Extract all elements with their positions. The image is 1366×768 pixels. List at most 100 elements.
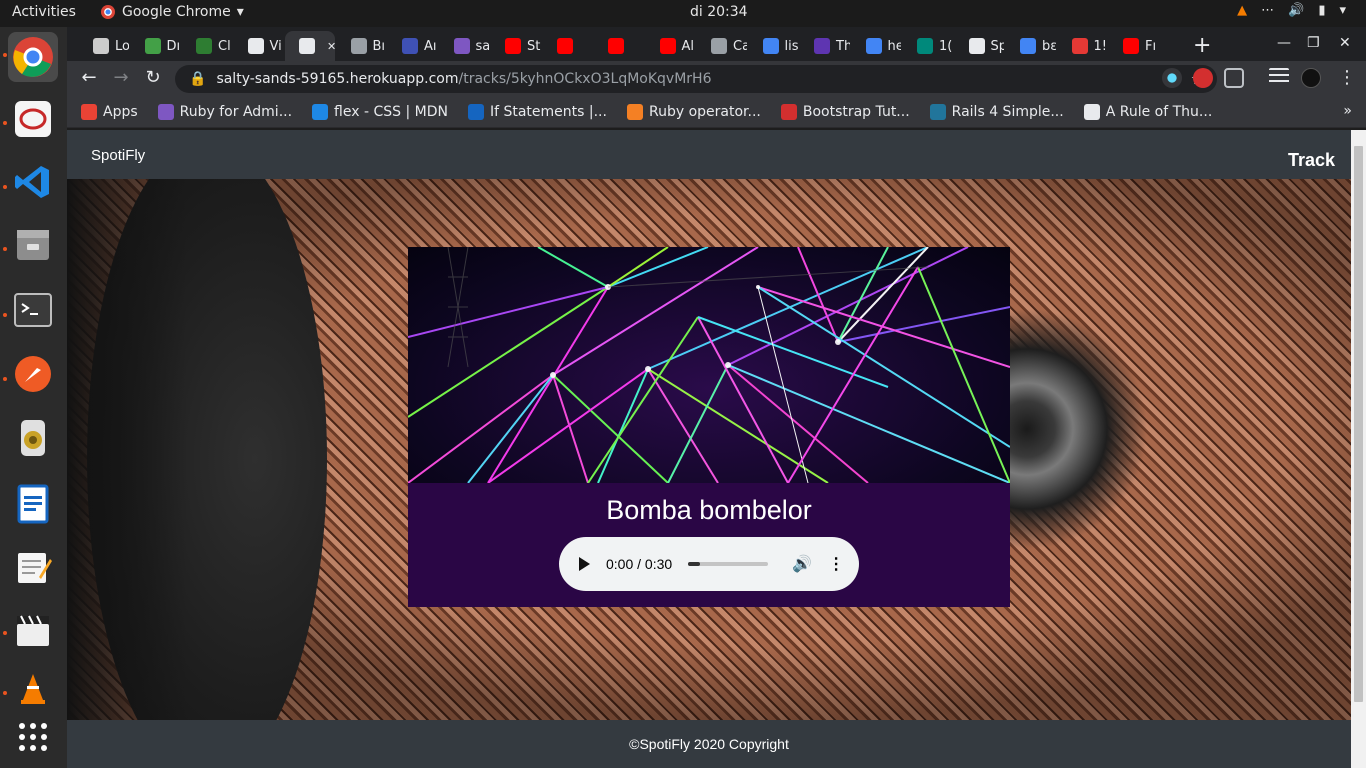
- browser-tab[interactable]: 1(: [903, 31, 953, 61]
- volume-icon[interactable]: 🔊: [792, 554, 812, 574]
- react-devtools-icon[interactable]: [1162, 68, 1182, 88]
- reload-button[interactable]: ↻: [141, 67, 165, 88]
- page-title: Track: [1287, 150, 1335, 170]
- browser-tab[interactable]: [594, 31, 644, 61]
- activities-button[interactable]: Activities: [12, 4, 76, 20]
- maximize-button[interactable]: ❐: [1307, 35, 1320, 51]
- browser-tab[interactable]: Al: [646, 31, 696, 61]
- media-queue-icon[interactable]: [1269, 68, 1289, 88]
- chevron-down-icon: ▾: [236, 4, 244, 20]
- tab-label: Lo: [115, 38, 129, 54]
- tab-label: Bı: [372, 38, 386, 54]
- system-tray[interactable]: ▲ ⋯ 🔊 ▮ ▾: [1237, 3, 1346, 18]
- browser-tab[interactable]: Fı: [1109, 31, 1159, 61]
- chrome-menu-icon[interactable]: ⋮: [1335, 67, 1359, 88]
- tab-favicon-icon: [1123, 38, 1139, 54]
- tab-favicon-icon: [299, 38, 315, 54]
- chrome-icon: [13, 37, 53, 77]
- dock: [0, 27, 67, 768]
- bookmark-favicon-icon: [81, 104, 97, 120]
- dock-writer[interactable]: [8, 479, 58, 529]
- site-brand-link[interactable]: SpotiFly: [91, 147, 145, 164]
- forward-button[interactable]: →: [109, 67, 133, 88]
- bookmark-favicon-icon: [929, 104, 946, 120]
- track-title: Bomba bombelor: [606, 495, 812, 525]
- page-scrollbar[interactable]: [1351, 130, 1366, 768]
- scrollbar-thumb[interactable]: [1354, 146, 1363, 702]
- dock-postman[interactable]: [8, 349, 58, 399]
- tab-label: Ca: [733, 38, 747, 54]
- clock[interactable]: di 20:34: [690, 4, 748, 20]
- close-window-button[interactable]: ✕: [1339, 35, 1351, 51]
- vlc-tray-icon[interactable]: ▲: [1237, 3, 1247, 18]
- tab-label: Al: [681, 38, 695, 54]
- minimize-button[interactable]: —: [1277, 35, 1291, 51]
- bookmark-item[interactable]: Apps: [81, 104, 138, 120]
- browser-tab[interactable]: Th: [800, 31, 850, 61]
- address-host: salty-sands-59165.herokuapp.com: [216, 71, 459, 87]
- audio-player[interactable]: 0:00 / 0:30 🔊 ⋮: [559, 537, 859, 591]
- bookmark-favicon-icon: [1083, 104, 1100, 120]
- pocket-icon[interactable]: [1224, 68, 1244, 88]
- browser-tab[interactable]: bε: [1006, 31, 1056, 61]
- browser-tab[interactable]: sa: [440, 31, 489, 61]
- chevron-down-icon: ▾: [1339, 3, 1346, 18]
- play-button[interactable]: [579, 557, 590, 571]
- dock-chrome[interactable]: [8, 32, 58, 82]
- bookmark-item[interactable]: Bootstrap Tut...: [780, 104, 910, 120]
- bookmark-item[interactable]: flex - CSS | MDN: [312, 104, 448, 120]
- browser-tab[interactable]: Aı: [388, 31, 438, 61]
- bookmark-label: If Statements |...: [489, 104, 607, 120]
- bookmark-item[interactable]: If Statements |...: [467, 104, 607, 120]
- browser-tab[interactable]: ✕: [285, 31, 335, 61]
- profile-avatar[interactable]: [1301, 68, 1321, 88]
- bookmark-label: Apps: [103, 104, 138, 120]
- tab-label: Sp: [990, 38, 1005, 54]
- playback-time: 0:00 / 0:30: [606, 556, 673, 572]
- browser-tab[interactable]: St: [491, 31, 541, 61]
- address-bar[interactable]: 🔒 salty-sands-59165.herokuapp.com/tracks…: [175, 65, 1217, 93]
- seek-slider[interactable]: [688, 562, 769, 566]
- bookmark-favicon-icon: [312, 104, 329, 120]
- dock-vscode[interactable]: [8, 157, 58, 207]
- browser-tab[interactable]: Dı: [131, 31, 180, 61]
- show-applications-button[interactable]: [8, 712, 58, 762]
- tab-favicon-icon: [762, 38, 779, 54]
- tab-close-icon[interactable]: ✕: [327, 40, 335, 53]
- browser-tab[interactable]: lis: [749, 31, 798, 61]
- bookmark-favicon-icon: [780, 104, 797, 120]
- bookmark-item[interactable]: A Rule of Thu...: [1083, 104, 1213, 120]
- extension-red-icon[interactable]: [1193, 68, 1213, 88]
- dock-text-editor[interactable]: [8, 542, 58, 592]
- browser-tab[interactable]: Cl: [182, 31, 232, 61]
- tab-label: Cl: [218, 38, 231, 54]
- bookmarks-overflow-icon[interactable]: »: [1343, 103, 1352, 119]
- browser-tab[interactable]: Vi: [234, 31, 284, 61]
- browser-tab[interactable]: he: [852, 31, 902, 61]
- bookmark-label: A Rule of Thu...: [1105, 104, 1213, 120]
- bookmark-item[interactable]: Ruby operator...: [626, 104, 761, 120]
- app-menu[interactable]: Google Chrome ▾: [100, 4, 244, 20]
- tab-label: he: [887, 38, 902, 54]
- back-button[interactable]: ←: [77, 67, 101, 88]
- dock-terminal[interactable]: [8, 285, 58, 335]
- browser-tab[interactable]: Lo: [79, 31, 129, 61]
- dock-files[interactable]: [8, 219, 58, 269]
- browser-tab[interactable]: 1!: [1058, 31, 1108, 61]
- tab-favicon-icon: [968, 38, 985, 54]
- browser-tab[interactable]: Ca: [697, 31, 747, 61]
- bookmark-item[interactable]: Rails 4 Simple...: [929, 104, 1064, 120]
- dock-video-editor[interactable]: [8, 605, 58, 655]
- bookmark-favicon-icon: [157, 104, 174, 120]
- browser-tab[interactable]: [543, 31, 593, 61]
- player-more-options-icon[interactable]: ⋮: [828, 554, 844, 574]
- dock-audio-app[interactable]: [8, 413, 58, 463]
- browser-tab[interactable]: Bı: [337, 31, 387, 61]
- bookmark-item[interactable]: Ruby for Admi...: [157, 104, 292, 120]
- ruby-app-icon: [15, 101, 51, 137]
- dock-vlc[interactable]: [8, 663, 58, 713]
- dock-ruby-app[interactable]: [8, 94, 58, 144]
- new-tab-button[interactable]: +: [1193, 33, 1211, 58]
- bookmark-label: flex - CSS | MDN: [334, 104, 448, 120]
- browser-tab[interactable]: Sp: [955, 31, 1005, 61]
